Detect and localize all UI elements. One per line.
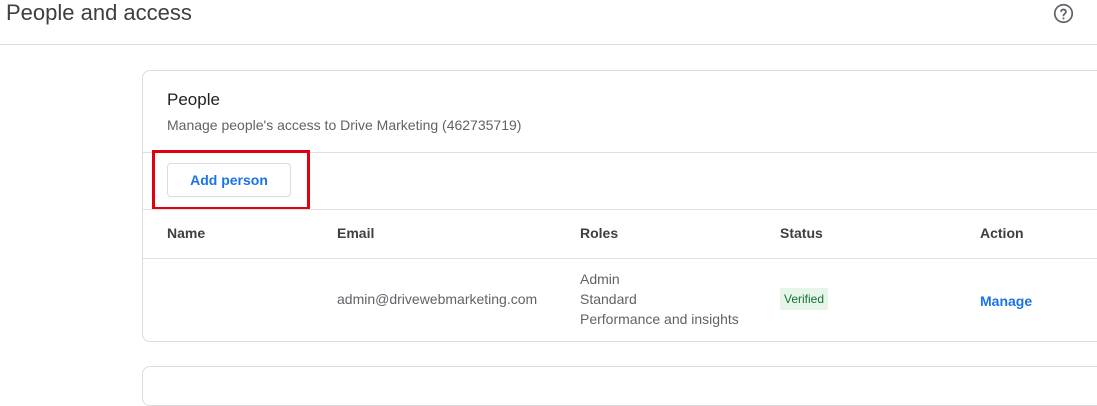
role-item: Performance and insights	[580, 311, 739, 327]
column-header-roles[interactable]: Roles	[580, 225, 618, 241]
secondary-card	[142, 366, 1097, 406]
column-header-email[interactable]: Email	[337, 225, 374, 241]
help-icon[interactable]	[1053, 3, 1074, 24]
row-email: admin@drivewebmarketing.com	[337, 291, 538, 307]
page-title: People and access	[6, 0, 192, 25]
row-roles: Admin Standard Performance and insights	[580, 269, 739, 329]
people-card: People Manage people's access to Drive M…	[142, 70, 1097, 342]
divider	[143, 209, 1097, 210]
divider	[143, 258, 1097, 259]
top-bar: People and access	[0, 0, 1097, 45]
card-subtitle: Manage people's access to Drive Marketin…	[167, 117, 522, 133]
role-item: Standard	[580, 291, 637, 307]
role-item: Admin	[580, 271, 620, 287]
card-title: People	[167, 90, 220, 109]
add-person-button[interactable]: Add person	[167, 163, 291, 197]
column-header-action[interactable]: Action	[980, 225, 1024, 241]
column-header-status[interactable]: Status	[780, 225, 823, 241]
divider	[143, 152, 1097, 153]
column-header-name[interactable]: Name	[167, 225, 205, 241]
status-badge: Verified	[780, 288, 829, 310]
manage-link[interactable]: Manage	[980, 293, 1032, 309]
